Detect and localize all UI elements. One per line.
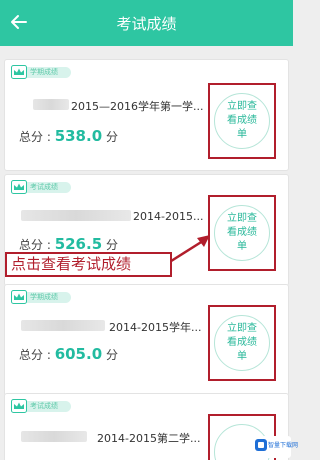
view-report-label: 立即查看成绩单 xyxy=(227,101,257,140)
score-row: 总分 : 526.5 分 xyxy=(19,235,118,253)
crown-icon xyxy=(11,180,27,194)
view-report-button[interactable]: 立即查看成绩单 xyxy=(214,205,270,261)
score-unit: 分 xyxy=(105,130,118,144)
score-label: 总分 : xyxy=(19,348,51,362)
score-value: 538.0 xyxy=(54,127,103,145)
watermark-logo-icon xyxy=(255,439,267,451)
badge-label: 学期成绩 xyxy=(27,67,71,78)
crown-icon xyxy=(11,399,27,413)
crown-icon xyxy=(11,290,27,304)
term-text: 2014-2015学年... xyxy=(109,321,202,334)
badge-label: 学期成绩 xyxy=(27,292,71,303)
view-report-highlight: 立即查看成绩单 xyxy=(208,195,276,271)
card-badge: 学期成绩 xyxy=(11,290,73,304)
score-value: 605.0 xyxy=(54,345,103,363)
view-report-highlight: 立即查看成绩单 xyxy=(208,305,276,381)
view-report-label: 立即查看成绩单 xyxy=(227,213,257,252)
redacted-name xyxy=(21,431,87,442)
watermark: 智量下载网 xyxy=(253,436,298,458)
annotation-callout: 点击查看考试成绩 xyxy=(5,252,172,277)
view-report-label: 立即查看成绩单 xyxy=(227,323,257,362)
top-bar: 考试成绩 xyxy=(0,0,293,46)
term-text: 2015—2016学年第一学... xyxy=(71,100,204,113)
redacted-name xyxy=(21,210,131,221)
score-row: 总分 : 538.0 分 xyxy=(19,127,118,145)
term-text: 2014-2015第二学... xyxy=(97,432,201,445)
view-report-button[interactable]: 立即查看成绩单 xyxy=(214,93,270,149)
score-card: 学期成绩 2015—2016学年第一学... 总分 : 538.0 分 立即查看… xyxy=(5,60,288,170)
redacted-name xyxy=(21,320,105,331)
card-badge: 学期成绩 xyxy=(11,65,73,79)
page-title: 考试成绩 xyxy=(116,15,177,33)
term-text: 2014-2015... xyxy=(133,210,204,223)
score-unit: 分 xyxy=(105,238,118,252)
badge-label: 考试成绩 xyxy=(27,401,71,412)
view-report-highlight: 立即查看成绩单 xyxy=(208,83,276,159)
score-card: 学期成绩 2014-2015学年... 总分 : 605.0 分 立即查看成绩单 xyxy=(5,285,288,395)
view-report-button[interactable]: 立即查看成绩单 xyxy=(214,315,270,371)
redacted-name xyxy=(33,99,69,110)
score-value: 526.5 xyxy=(54,235,103,253)
score-label: 总分 : xyxy=(19,238,51,252)
annotation-arrow-icon xyxy=(167,235,210,265)
card-badge: 考试成绩 xyxy=(11,399,73,413)
score-row: 总分 : 605.0 分 xyxy=(19,345,118,363)
watermark-text: 智量下载网 xyxy=(268,442,299,449)
badge-label: 考试成绩 xyxy=(27,182,71,193)
card-badge: 考试成绩 xyxy=(11,180,73,194)
crown-icon xyxy=(11,65,27,79)
score-label: 总分 : xyxy=(19,130,51,144)
score-unit: 分 xyxy=(105,348,118,362)
score-card: 考试成绩 2014-2015第二学... xyxy=(5,394,288,460)
